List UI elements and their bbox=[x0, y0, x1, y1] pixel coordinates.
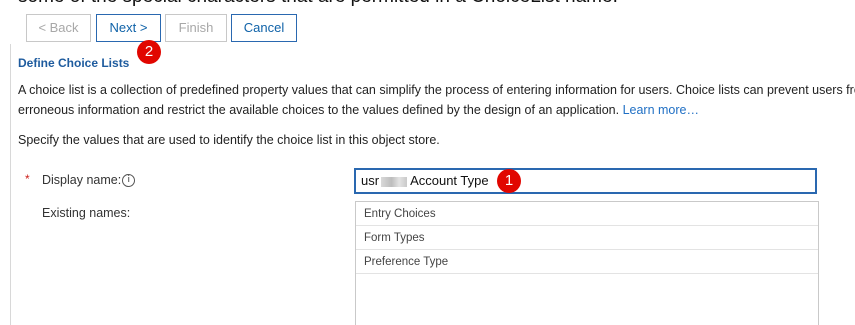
existing-names-label: Existing names: bbox=[42, 206, 131, 220]
section-description: A choice list is a collection of predefi… bbox=[18, 80, 855, 120]
next-button[interactable]: Next > bbox=[96, 14, 161, 42]
clipped-instruction-strip: some of the special characters that are … bbox=[0, 0, 855, 8]
info-icon[interactable]: i bbox=[122, 174, 136, 188]
display-name-label: Display name: i bbox=[42, 173, 136, 188]
list-item[interactable]: Form Types bbox=[356, 226, 818, 250]
required-marker: * bbox=[25, 172, 30, 186]
existing-names-list[interactable]: Entry Choices Form Types Preference Type bbox=[355, 201, 819, 325]
clipped-instruction-text: some of the special characters that are … bbox=[18, 0, 618, 8]
description-line-2-text: erroneous information and restrict the a… bbox=[18, 103, 620, 117]
step-marker-1: 1 bbox=[497, 169, 521, 193]
left-divider bbox=[10, 44, 11, 325]
display-name-prefix: usr bbox=[361, 173, 380, 188]
back-button[interactable]: < Back bbox=[26, 14, 91, 42]
display-name-input[interactable]: usr Account Type bbox=[354, 168, 817, 194]
cancel-button[interactable]: Cancel bbox=[231, 14, 297, 42]
step-marker-2: 2 bbox=[137, 40, 161, 64]
page: some of the special characters that are … bbox=[0, 0, 855, 325]
list-item[interactable]: Preference Type bbox=[356, 250, 818, 274]
description-line-1: A choice list is a collection of predefi… bbox=[18, 83, 855, 97]
list-item[interactable]: Entry Choices bbox=[356, 202, 818, 226]
display-name-label-text: Display name: bbox=[42, 173, 122, 187]
display-name-suffix: Account Type bbox=[410, 173, 489, 188]
finish-button[interactable]: Finish bbox=[165, 14, 227, 42]
section-title: Define Choice Lists bbox=[18, 56, 130, 70]
learn-more-link[interactable]: Learn more… bbox=[623, 103, 699, 117]
redacted-text bbox=[381, 176, 408, 187]
description-line-2: erroneous information and restrict the a… bbox=[18, 100, 855, 120]
instruction-text: Specify the values that are used to iden… bbox=[18, 133, 440, 147]
